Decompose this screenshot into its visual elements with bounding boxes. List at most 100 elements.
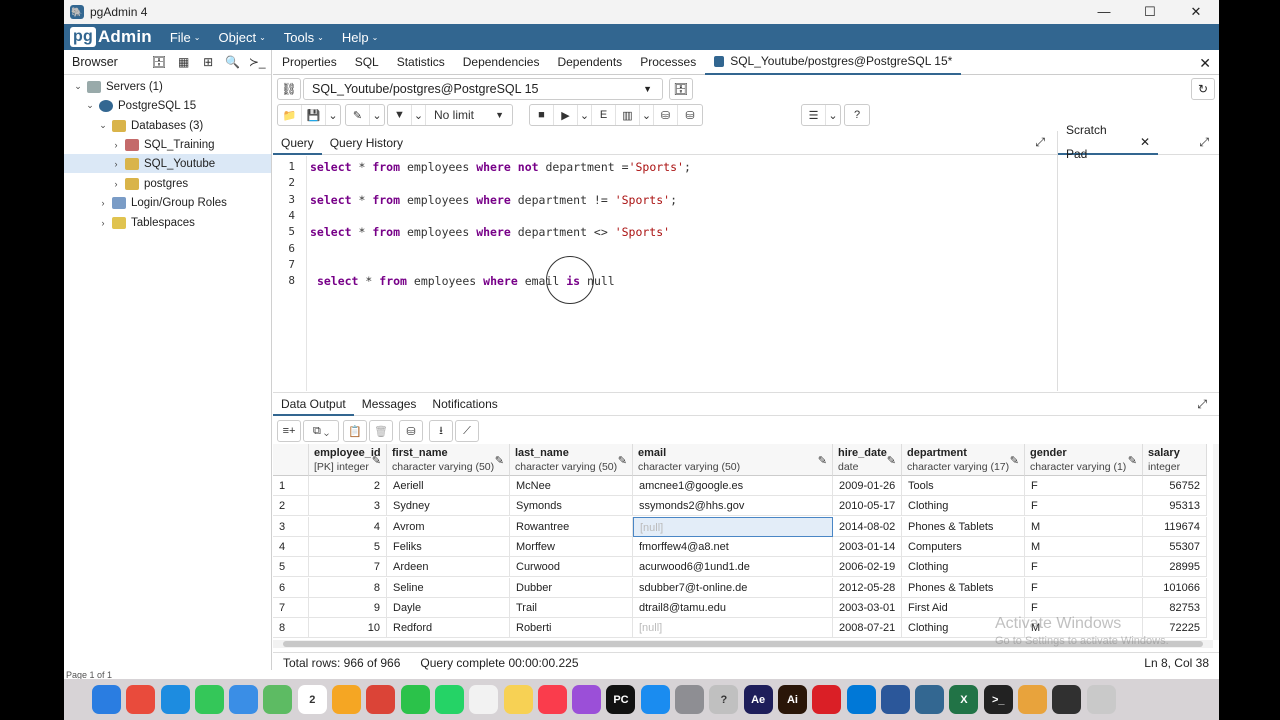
row-number[interactable]: 3 bbox=[273, 516, 309, 537]
maps-icon[interactable] bbox=[263, 685, 293, 714]
chevron-down-icon[interactable]: ⌄ bbox=[326, 105, 340, 125]
download-icon[interactable]: ⭳ bbox=[429, 420, 453, 442]
table-cell[interactable]: dtrail8@tamu.edu bbox=[633, 597, 833, 618]
photos-icon[interactable] bbox=[332, 685, 362, 714]
pencil-icon[interactable]: ✎ bbox=[1010, 454, 1019, 467]
mail-icon[interactable] bbox=[229, 685, 259, 714]
table-cell[interactable]: Dubber bbox=[510, 577, 633, 598]
table-cell[interactable]: Symonds bbox=[510, 496, 633, 517]
tab-properties[interactable]: Properties bbox=[273, 50, 346, 75]
tab-processes[interactable]: Processes bbox=[631, 50, 705, 75]
tab-notifications[interactable]: Notifications bbox=[424, 393, 505, 416]
table-cell[interactable]: M bbox=[1025, 516, 1143, 537]
illustrator-icon[interactable]: Ai bbox=[777, 685, 807, 714]
finder-icon[interactable] bbox=[92, 685, 121, 714]
pencil-icon[interactable]: ✎ bbox=[495, 454, 504, 467]
table-cell[interactable]: 2003-03-01 bbox=[833, 597, 902, 618]
column-header[interactable]: last_name character varying (50) ✎ bbox=[510, 444, 633, 476]
chrome-icon[interactable] bbox=[366, 685, 396, 714]
limit-select[interactable]: No limit ▼ bbox=[426, 105, 512, 125]
close-icon[interactable]: ✕ bbox=[1140, 130, 1150, 154]
menu-help[interactable]: Help ⌄ bbox=[342, 30, 378, 45]
help-icon[interactable]: ? bbox=[845, 105, 869, 125]
new-connection-icon[interactable]: 🗄 bbox=[669, 78, 693, 100]
row-number[interactable]: 8 bbox=[273, 618, 309, 639]
table-cell[interactable]: Aeriell bbox=[387, 476, 510, 496]
table-cell[interactable]: 4 bbox=[309, 516, 387, 537]
tree-postgres[interactable]: › postgres bbox=[110, 174, 188, 193]
table-cell[interactable]: Avrom bbox=[387, 516, 510, 537]
appstore-icon[interactable] bbox=[640, 685, 670, 714]
table-cell[interactable]: 8 bbox=[309, 577, 387, 598]
table-cell[interactable]: Morffew bbox=[510, 536, 633, 557]
table-cell[interactable]: 2008-07-21 bbox=[833, 618, 902, 639]
refresh-icon[interactable]: ↻ bbox=[1191, 78, 1215, 100]
table-cell[interactable]: Computers bbox=[902, 536, 1025, 557]
creativecloud-icon[interactable] bbox=[812, 685, 842, 714]
tree-login-roles[interactable]: › Login/Group Roles bbox=[97, 193, 227, 212]
messages-icon[interactable] bbox=[194, 685, 224, 714]
expand-icon[interactable]: ⤢ bbox=[1197, 397, 1207, 412]
table-cell[interactable]: F bbox=[1025, 557, 1143, 578]
table-cell[interactable]: 56752 bbox=[1143, 476, 1207, 496]
pencil-icon[interactable]: ✎ bbox=[887, 454, 896, 467]
filter-table-icon[interactable]: ⊞ bbox=[197, 52, 219, 72]
table-cell[interactable]: 28995 bbox=[1143, 557, 1207, 578]
row-number[interactable]: 2 bbox=[273, 496, 309, 517]
psql-tool-icon[interactable]: ≻_ bbox=[246, 52, 268, 72]
table-cell[interactable]: Trail bbox=[510, 597, 633, 618]
table-cell[interactable]: 55307 bbox=[1143, 536, 1207, 557]
table-cell[interactable]: Ardeen bbox=[387, 557, 510, 578]
help-icon[interactable]: ? bbox=[709, 685, 739, 714]
edit-icon[interactable]: ✎ bbox=[346, 105, 370, 125]
tree-databases[interactable]: ⌄ Databases (3) bbox=[97, 116, 203, 135]
chevron-down-icon[interactable]: ⌄ bbox=[578, 105, 592, 125]
table-cell[interactable]: Dayle bbox=[387, 597, 510, 618]
table-cell[interactable]: 7 bbox=[309, 557, 387, 578]
execute-icon[interactable]: ▶ bbox=[554, 105, 578, 125]
pycharm-icon[interactable]: PC bbox=[606, 685, 636, 714]
chevron-down-icon[interactable]: ⌄ bbox=[72, 81, 84, 92]
table-cell[interactable]: acurwood6@1und1.de bbox=[633, 557, 833, 578]
close-window-button[interactable]: ✕ bbox=[1173, 0, 1219, 24]
rollback-icon[interactable]: ⛁ bbox=[678, 105, 702, 125]
tab-data-output[interactable]: Data Output bbox=[273, 393, 354, 416]
table-cell[interactable]: 9 bbox=[309, 597, 387, 618]
commit-icon[interactable]: ⛁ bbox=[654, 105, 678, 125]
tab-query-history[interactable]: Query History bbox=[322, 131, 411, 155]
expand-icon[interactable]: ⤢ bbox=[1035, 135, 1045, 150]
row-number[interactable]: 4 bbox=[273, 536, 309, 557]
chevron-down-icon[interactable]: ⌄ bbox=[97, 120, 109, 131]
column-header[interactable]: department character varying (17) ✎ bbox=[902, 444, 1025, 476]
table-cell[interactable]: Tools bbox=[902, 476, 1025, 496]
table-cell[interactable]: ssymonds2@hhs.gov bbox=[633, 496, 833, 517]
settings-icon[interactable] bbox=[675, 685, 705, 714]
explain-analyze-icon[interactable]: ▥ bbox=[616, 105, 640, 125]
word-icon[interactable] bbox=[880, 685, 910, 714]
row-number[interactable]: 1 bbox=[273, 476, 309, 496]
column-header[interactable]: hire_date date ✎ bbox=[833, 444, 902, 476]
table-cell[interactable]: 2010-05-17 bbox=[833, 496, 902, 517]
pencil-icon[interactable]: ✎ bbox=[372, 454, 381, 467]
stop-icon[interactable]: ■ bbox=[530, 105, 554, 125]
close-tab-icon[interactable]: ✕ bbox=[1199, 55, 1211, 72]
table-cell[interactable]: [null] bbox=[633, 516, 833, 537]
filter-icon[interactable]: ▼ bbox=[388, 105, 412, 125]
table-view-icon[interactable]: ▦ bbox=[173, 52, 195, 72]
table-cell[interactable]: 5 bbox=[309, 536, 387, 557]
aftereffects-icon[interactable]: Ae bbox=[743, 685, 773, 714]
column-header[interactable]: first_name character varying (50) ✎ bbox=[387, 444, 510, 476]
launchpad-icon[interactable] bbox=[126, 685, 156, 714]
facetime-icon[interactable] bbox=[400, 685, 430, 714]
search-icon[interactable]: 🔍 bbox=[222, 52, 244, 72]
table-cell[interactable]: Redford bbox=[387, 618, 510, 639]
table-cell[interactable]: Clothing bbox=[902, 557, 1025, 578]
explain-icon[interactable]: E bbox=[592, 105, 616, 125]
table-cell[interactable]: 2006-02-19 bbox=[833, 557, 902, 578]
column-header[interactable]: gender character varying (1) ✎ bbox=[1025, 444, 1143, 476]
table-cell[interactable]: Phones & Tablets bbox=[902, 577, 1025, 598]
table-cell[interactable]: 101066 bbox=[1143, 577, 1207, 598]
tree-postgresql-15[interactable]: ⌄ PostgreSQL 15 bbox=[84, 96, 196, 115]
chevron-right-icon[interactable]: › bbox=[110, 179, 122, 189]
table-cell[interactable]: 3 bbox=[309, 496, 387, 517]
